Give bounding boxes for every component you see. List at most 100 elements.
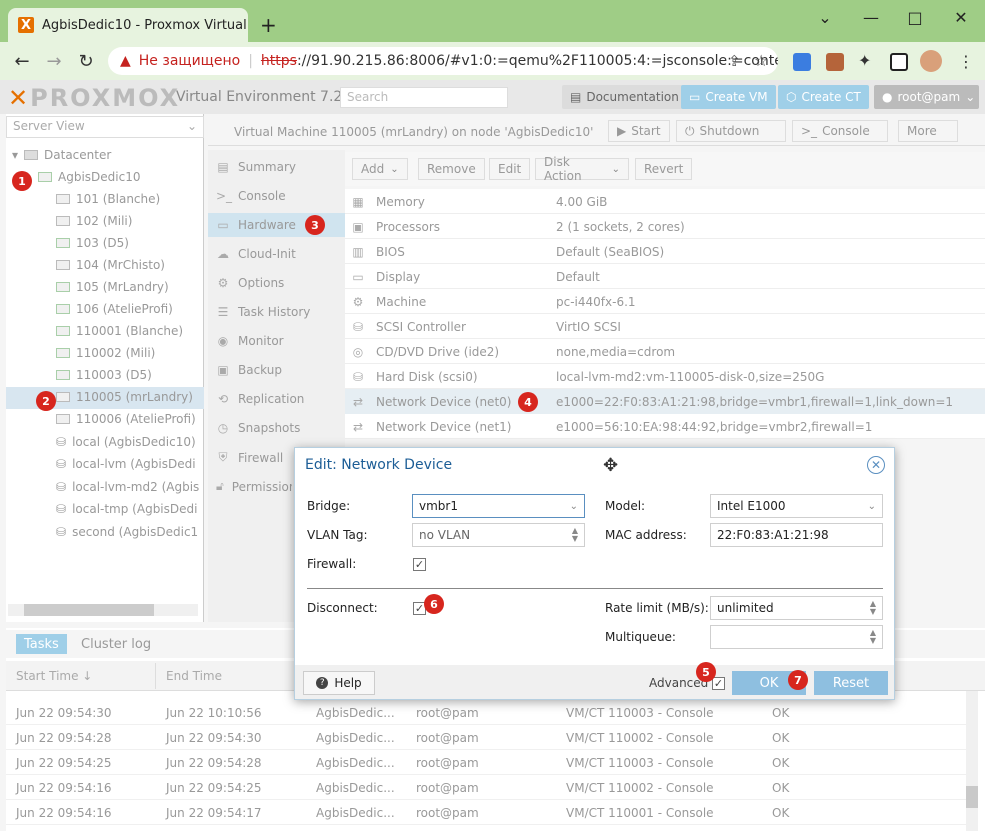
tree-vm-item[interactable]: 104 (MrChisto): [56, 258, 165, 272]
sidepanel-icon[interactable]: [890, 53, 908, 71]
col-end-time[interactable]: End Time: [166, 669, 222, 683]
tab-search-icon[interactable]: ⌄: [810, 8, 840, 27]
tree-vm-item[interactable]: 110006 (AtelieProfi): [56, 412, 196, 426]
nav-cloud-init[interactable]: ☁ Cloud-Init: [216, 247, 296, 261]
multiqueue-input[interactable]: ▲ ▼: [710, 625, 883, 649]
chevron-down-icon: ⌄: [611, 163, 620, 175]
tree-scrollbar[interactable]: [8, 604, 198, 616]
vm-icon: [56, 216, 70, 226]
puzzle-extensions-icon[interactable]: ✦: [858, 51, 871, 70]
col-start-time[interactable]: Start Time ↓: [16, 669, 92, 683]
mac-address-input[interactable]: 22:F0:83:A1:21:98: [710, 523, 883, 547]
start-button[interactable]: ▶ Start: [608, 120, 670, 142]
table-row[interactable]: [6, 725, 966, 750]
nav-hardware[interactable]: ▭ Hardware: [216, 218, 296, 232]
minimize-button[interactable]: —: [856, 8, 886, 27]
search-input[interactable]: Search: [340, 87, 508, 108]
tree-storage-item[interactable]: ⛁ local-tmp (AgbisDedi: [56, 502, 204, 516]
add-button[interactable]: Add ⌄: [352, 158, 408, 180]
help-button[interactable]: ? Help: [303, 671, 375, 695]
reload-icon[interactable]: ↻: [74, 51, 98, 72]
spinner-icon[interactable]: ▲ ▼: [870, 600, 876, 616]
tab-tasks[interactable]: Tasks: [16, 634, 67, 654]
tree-vm-item-selected[interactable]: 110005 (mrLandry): [56, 390, 193, 404]
table-row[interactable]: [6, 750, 966, 775]
nav-firewall[interactable]: ⛨ Firewall: [216, 450, 283, 465]
spinner-icon[interactable]: ▲ ▼: [572, 527, 578, 543]
hardware-row[interactable]: [345, 189, 985, 214]
bridge-select[interactable]: vmbr1 ⌄: [412, 494, 585, 518]
console-button[interactable]: >_ Console: [792, 120, 888, 142]
nav-snapshots[interactable]: ◷ Snapshots: [216, 421, 301, 435]
rate-limit-input[interactable]: unlimited ▲ ▼: [710, 596, 883, 620]
storage-icon: ⛁: [56, 435, 67, 449]
share-icon[interactable]: ⇪: [728, 52, 741, 70]
hardware-row[interactable]: [345, 239, 985, 264]
question-icon: ?: [316, 677, 329, 689]
tree-vm-item[interactable]: 110002 (Mili): [56, 346, 155, 360]
reset-button[interactable]: Reset: [814, 671, 888, 695]
table-row[interactable]: [6, 800, 966, 825]
profile-avatar[interactable]: [920, 50, 942, 72]
hardware-row[interactable]: [345, 289, 985, 314]
tree-storage-item[interactable]: ⛁ local (AgbisDedic10): [56, 435, 204, 449]
menu-kebab-icon[interactable]: ⋮: [958, 52, 974, 71]
hardware-row[interactable]: [345, 264, 985, 289]
translate-extension-icon[interactable]: [793, 53, 811, 71]
tree-vm-item[interactable]: 110003 (D5): [56, 368, 152, 382]
tree-storage-item[interactable]: ⛁ local-lvm-md2 (Agbis: [56, 480, 204, 494]
more-button[interactable]: More: [898, 120, 958, 142]
tasks-scrollbar[interactable]: [966, 691, 978, 831]
tree-storage-item[interactable]: ⛁ second (AgbisDedic1: [56, 525, 204, 539]
tree-node[interactable]: AgbisDedic10: [38, 170, 140, 184]
tree-vm-item[interactable]: 110001 (Blanche): [56, 324, 183, 338]
remove-button[interactable]: Remove: [418, 158, 485, 180]
cell-node: AgbisDedic...: [316, 806, 395, 820]
maximize-button[interactable]: □: [900, 8, 930, 27]
nav-permissions[interactable]: 🔓︎Permissions: [216, 479, 292, 494]
tree-vm-item[interactable]: 105 (MrLandry): [56, 280, 169, 294]
tab-cluster-log[interactable]: Cluster log: [73, 634, 159, 654]
extension-icon[interactable]: [826, 53, 844, 71]
forward-icon[interactable]: →: [42, 51, 66, 72]
nav-replication[interactable]: ⟲ Replication: [216, 392, 304, 406]
create-vm-button[interactable]: ▭ Create VM: [681, 85, 776, 109]
nav-monitor[interactable]: ◉ Monitor: [216, 334, 284, 348]
revert-button[interactable]: Revert: [635, 158, 693, 180]
table-row[interactable]: [6, 775, 966, 800]
nav-options[interactable]: ⚙ Options: [216, 276, 285, 290]
nav-summary[interactable]: ▤ Summary: [216, 160, 296, 174]
tree-storage-item[interactable]: ⛁ local-lvm (AgbisDedi: [56, 457, 204, 471]
documentation-button[interactable]: ▤ Documentation: [562, 85, 687, 109]
new-tab-button[interactable]: +: [260, 13, 277, 37]
tree-vm-item[interactable]: 102 (Mili): [56, 214, 132, 228]
vlan-tag-input[interactable]: no VLAN ▲ ▼: [412, 523, 585, 547]
nav-backup[interactable]: ▣ Backup: [216, 363, 282, 377]
nav-task-history[interactable]: ☰ Task History: [216, 305, 311, 319]
tree-vm-item[interactable]: 103 (D5): [56, 236, 129, 250]
user-menu-button[interactable]: ● root@pam ⌄: [874, 85, 979, 109]
close-window-button[interactable]: ✕: [946, 8, 976, 27]
server-view-select[interactable]: Server View ⌄: [6, 116, 204, 138]
url-input[interactable]: ▲ Не защищено | https://91.90.215.86:800…: [108, 47, 778, 75]
spinner-icon[interactable]: ▲ ▼: [870, 629, 876, 645]
create-ct-button[interactable]: ⬡ Create CT: [778, 85, 869, 109]
tree-vm-item[interactable]: 106 (AtelieProfi): [56, 302, 173, 316]
firewall-checkbox[interactable]: ✓: [413, 558, 426, 571]
tasks-scrollbar-thumb[interactable]: [966, 786, 978, 808]
edit-button[interactable]: Edit: [489, 158, 531, 180]
shutdown-button[interactable]: ⏻ Shutdown: [676, 120, 786, 142]
browser-tab[interactable]: X AgbisDedic10 - Proxmox Virtual E ✕: [8, 8, 248, 42]
bookmark-star-icon[interactable]: ☆: [754, 51, 768, 70]
model-select[interactable]: Intel E1000 ⌄: [710, 494, 883, 518]
disk-action-button[interactable]: Disk Action ⌄: [535, 155, 629, 183]
back-icon[interactable]: ←: [10, 51, 34, 72]
table-row[interactable]: [6, 700, 966, 725]
tree-datacenter[interactable]: ▾ Datacenter: [12, 148, 111, 162]
advanced-checkbox[interactable]: ✓: [712, 677, 725, 690]
tree-vm-item[interactable]: 101 (Blanche): [56, 192, 160, 206]
close-icon[interactable]: ✕: [867, 456, 885, 474]
cell-status: OK: [772, 731, 790, 745]
nav-console[interactable]: >_ Console: [216, 189, 286, 203]
microchip-icon: ▥: [352, 245, 364, 259]
